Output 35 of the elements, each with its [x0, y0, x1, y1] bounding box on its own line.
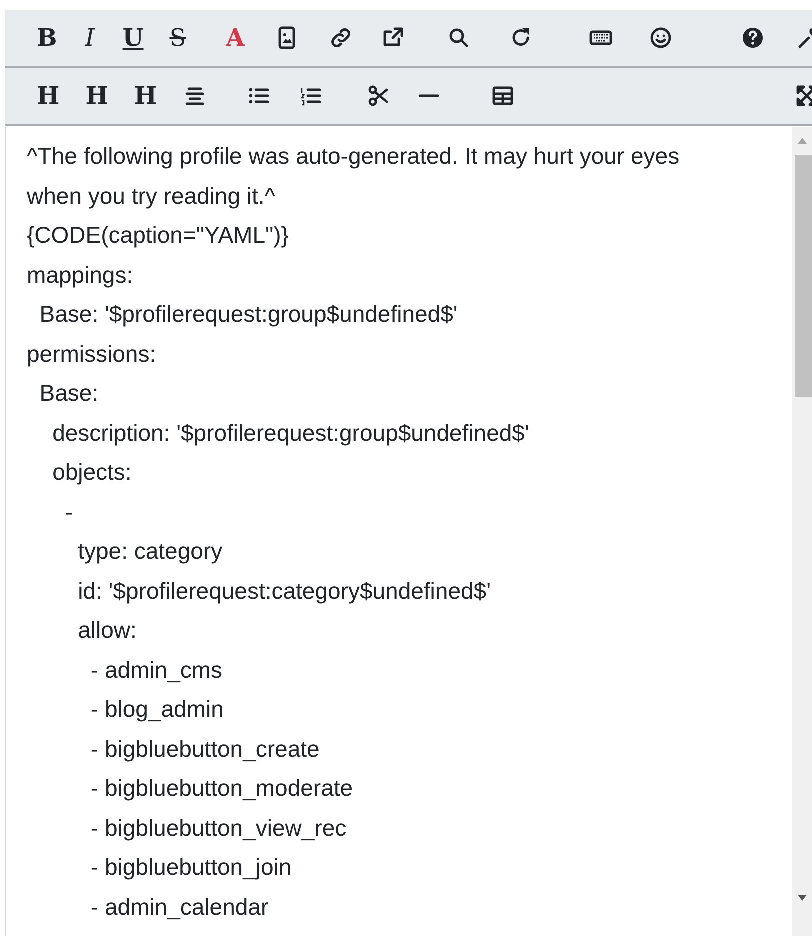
fullscreen-icon[interactable]	[795, 84, 812, 108]
editor-text-line: {CODE(caption="YAML")}	[27, 221, 290, 250]
format-button[interactable]: H	[134, 82, 158, 110]
editor-text-line: ^The following profile was auto-generated. It may hurt your eyes when you try reading it.^	[27, 142, 681, 211]
format-button[interactable]: H	[86, 82, 108, 110]
scrollbar[interactable]	[792, 127, 812, 936]
scrollbar-thumb[interactable]	[795, 155, 812, 397]
format-button[interactable]: I	[85, 24, 95, 52]
editor-text-line: Base:	[38, 379, 100, 408]
format-button[interactable]: U	[122, 24, 144, 52]
smiley-icon[interactable]	[648, 26, 673, 50]
editor-text-line: type: category	[77, 537, 224, 566]
editor-text-line: Base: '$profilerequest:group$undefined$'	[38, 300, 459, 329]
editor-text-line: - bigbluebutton_view_rec	[90, 814, 348, 843]
editor-text-line: - bigbluebutton_create	[90, 734, 321, 764]
table-icon[interactable]	[491, 84, 516, 108]
editor-text-line: - bigbluebutton_moderate	[90, 774, 354, 803]
editor-text-line: objects:	[52, 458, 133, 487]
editor-text-line: - blog_admin	[90, 695, 225, 724]
editor-text-line: id: '$profilerequest:category$undefined$'	[77, 576, 492, 606]
editor-text-line: - admin_cms	[90, 656, 224, 684]
editor-text-line: mappings:	[27, 260, 134, 290]
format-button[interactable]: B	[37, 24, 58, 52]
format-button[interactable]: H	[37, 82, 60, 110]
link-icon[interactable]	[328, 26, 353, 50]
editor-text-line: allow:	[77, 616, 138, 645]
editor-text-line: - admin_calendar	[90, 892, 270, 922]
editor-text-line: permissions:	[27, 340, 158, 369]
format-button[interactable]: A	[226, 24, 245, 52]
editor-text-line: -	[64, 498, 74, 526]
editor-text-line: description: '$profilerequest:group$undefined$'	[52, 418, 530, 448]
help-icon[interactable]	[740, 26, 765, 50]
scroll-down-icon[interactable]	[798, 895, 808, 901]
editor-text-line: - bigbluebutton_join	[90, 853, 293, 882]
format-button[interactable]: S	[170, 24, 186, 52]
